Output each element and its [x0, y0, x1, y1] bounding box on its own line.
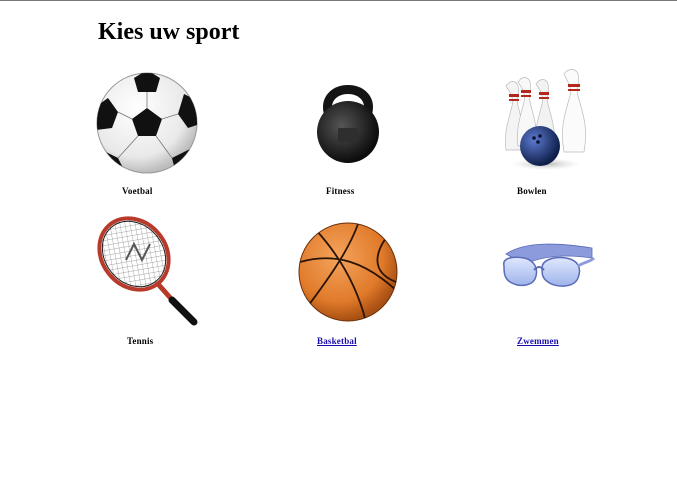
sport-tile-fitness[interactable]: Fitness: [296, 72, 476, 212]
sport-tile-voetbal[interactable]: Voetbal: [96, 72, 276, 212]
sport-label-tennis: Tennis: [127, 336, 154, 346]
bowling-icon: [505, 69, 586, 170]
top-border: [0, 0, 677, 1]
sport-tile-zwemmen[interactable]: Zwemmen: [494, 222, 674, 362]
sport-link-basketbal[interactable]: Basketbal: [317, 336, 497, 346]
sport-label-voetbal: Voetbal: [122, 186, 153, 196]
kettlebell-icon: [317, 85, 379, 163]
sport-link-zwemmen[interactable]: Zwemmen: [517, 336, 677, 346]
sport-label-fitness: Fitness: [326, 186, 355, 196]
soccer-ball-icon: [96, 72, 198, 174]
basketball-icon: [298, 222, 398, 322]
swim-goggles-icon: [503, 243, 596, 287]
sport-tile-tennis[interactable]: Tennis: [96, 216, 276, 362]
sport-label-bowlen: Bowlen: [517, 186, 547, 196]
tennis-racket-icon: [97, 216, 198, 326]
page-title: Kies uw sport: [98, 19, 240, 45]
sport-tile-bowlen[interactable]: Bowlen: [494, 69, 674, 212]
sport-tile-basketbal[interactable]: Basketbal: [296, 222, 476, 362]
